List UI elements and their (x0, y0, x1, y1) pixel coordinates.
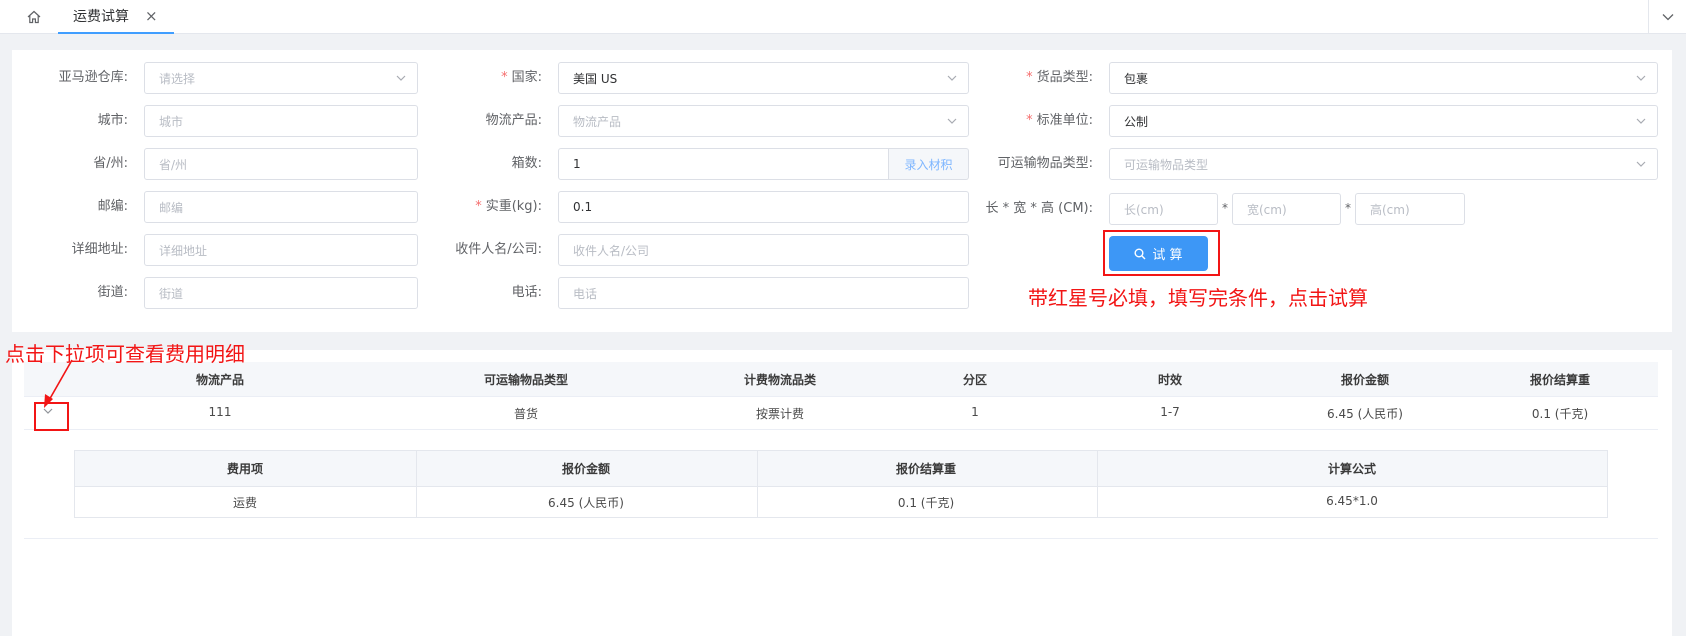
chevron-down-icon (947, 118, 957, 124)
column-divider (1097, 451, 1098, 517)
goods-type-select[interactable]: 包裹 (1109, 62, 1658, 94)
country-label: * 国家: (501, 70, 542, 85)
row-divider (24, 538, 1658, 539)
tab-menu-button[interactable] (1648, 0, 1686, 34)
column-divider (757, 451, 758, 517)
cell-fee-weight: 0.1 (千克) (897, 496, 955, 510)
warehouse-select[interactable]: 请选择 (144, 62, 418, 94)
chevron-down-icon (947, 75, 957, 81)
unit-label: * 标准单位: (1026, 113, 1093, 128)
chevron-down-icon (1636, 161, 1646, 167)
height-input[interactable]: 高(cm) (1355, 193, 1465, 225)
col-zone: 分区 (962, 373, 988, 387)
col-logistics-product: 物流产品 (195, 373, 245, 387)
cell-fee-amount: 6.45 (人民币) (548, 496, 624, 510)
column-divider (416, 451, 417, 517)
goods-type-label: * 货品类型: (1026, 70, 1093, 85)
chevron-down-icon (1662, 14, 1673, 21)
boxes-input[interactable]: 1 (558, 148, 889, 180)
chevron-down-icon (1636, 118, 1646, 124)
tab-bar: 运费试算 × (0, 0, 1686, 34)
col-transportable-type: 可运输物品类型 (483, 373, 569, 387)
boxes-label: 箱数: (511, 156, 542, 171)
street-input[interactable]: 街道 (144, 277, 418, 309)
close-icon[interactable]: × (145, 7, 158, 25)
cell-billing-category: 按票计费 (755, 407, 805, 421)
phone-label: 电话: (511, 285, 542, 300)
phone-input[interactable]: 电话 (558, 277, 969, 309)
col-quote-amount: 报价金额 (1340, 373, 1390, 387)
province-input[interactable]: 省/州 (144, 148, 418, 180)
transportable-type-label: 可运输物品类型: (997, 156, 1093, 171)
logistics-product-label: 物流产品: (485, 113, 542, 128)
address-input[interactable]: 详细地址 (144, 234, 418, 266)
fee-detail-header (75, 451, 1607, 487)
col-fee-amount: 报价金额 (561, 462, 611, 476)
col-fee-item: 费用项 (226, 462, 264, 476)
weight-input[interactable]: 0.1 (558, 191, 969, 223)
cell-transportable-type: 普货 (513, 407, 539, 421)
cell-transit-time: 1-7 (1160, 405, 1180, 419)
result-table-header (24, 362, 1658, 396)
logistics-product-select[interactable]: 物流产品 (558, 105, 969, 137)
row-divider (24, 396, 1658, 397)
cell-logistics-product: 111 (208, 405, 232, 419)
annotation-arrow-icon (44, 359, 73, 408)
row-divider (24, 429, 1658, 430)
col-billing-category: 计费物流品类 (743, 373, 817, 387)
zipcode-input[interactable]: 邮编 (144, 191, 418, 223)
search-icon (1134, 248, 1146, 259)
required-fields-note: 带红星号必填，填写完条件，点击试算 (1028, 286, 1368, 310)
unit-select[interactable]: 公制 (1109, 105, 1658, 137)
length-input[interactable]: 长(cm) (1109, 193, 1218, 225)
cell-quote-amount: 6.45 (人民币) (1327, 407, 1403, 421)
enter-volume-button[interactable]: 录入材积 (889, 148, 969, 180)
multiply-sign: * (1345, 201, 1351, 215)
width-input[interactable]: 宽(cm) (1232, 193, 1341, 225)
cell-settlement-weight: 0.1 (千克) (1531, 407, 1589, 421)
multiply-sign: * (1222, 201, 1228, 215)
col-settlement-weight: 报价结算重 (1529, 373, 1591, 387)
chevron-down-icon (396, 75, 406, 81)
cell-zone: 1 (971, 405, 979, 419)
calculate-button[interactable]: 试 算 (1109, 236, 1208, 271)
recipient-input[interactable]: 收件人名/公司 (558, 234, 969, 266)
cell-formula: 6.45*1.0 (1326, 494, 1378, 508)
weight-label: * 实重(kg): (475, 199, 542, 214)
col-fee-weight: 报价结算重 (895, 462, 957, 476)
country-select[interactable]: 美国 US (558, 62, 969, 94)
col-formula: 计算公式 (1327, 462, 1377, 476)
col-transit-time: 时效 (1157, 373, 1183, 387)
chevron-down-icon (1636, 75, 1646, 81)
cell-fee-item: 运费 (232, 496, 258, 510)
recipient-label: 收件人名/公司: (455, 242, 542, 257)
dimensions-label: 长 * 宽 * 高 (CM): (985, 201, 1093, 216)
city-input[interactable]: 城市 (144, 105, 418, 137)
transportable-type-select[interactable]: 可运输物品类型 (1109, 148, 1658, 180)
